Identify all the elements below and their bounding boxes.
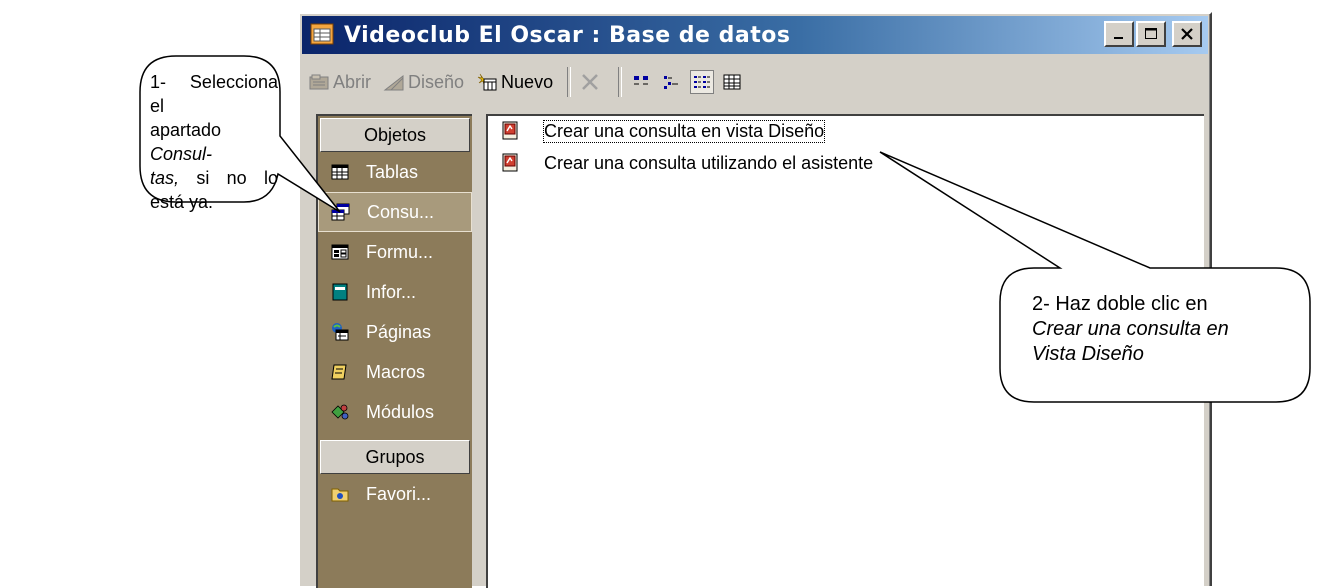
callout-1-line-1: 1- Selecciona el — [150, 72, 278, 116]
form-icon — [331, 244, 349, 260]
favorites-icon — [331, 488, 349, 502]
callout-1-line-2-a: apartado — [150, 120, 222, 140]
callout-1-line-3-a: tas, — [150, 168, 180, 188]
list-item-label: Crear una consulta en vista Diseño — [542, 119, 826, 143]
details-icon — [723, 74, 741, 90]
small-icons-icon — [664, 76, 679, 89]
group-item-favoritos[interactable]: Favori... — [318, 474, 472, 514]
new-label: Nuevo — [501, 71, 554, 92]
object-item-label: Formu... — [366, 241, 434, 262]
object-item-label: Macros — [366, 361, 426, 382]
window-controls — [1104, 21, 1202, 47]
object-item-paginas[interactable]: Páginas — [318, 312, 472, 352]
maximize-button[interactable] — [1136, 21, 1166, 47]
details-view-button[interactable] — [720, 70, 744, 94]
callout-1-line-3: tas, si no lo está ya. — [150, 166, 278, 214]
page-icon — [332, 323, 349, 341]
design-label: Diseño — [408, 71, 465, 92]
object-item-modulos[interactable]: Módulos — [318, 392, 472, 432]
create-query-icon — [502, 153, 518, 172]
new-button[interactable]: Nuevo — [476, 72, 553, 93]
object-item-label: Páginas — [366, 321, 432, 342]
list-item-create-query-wizard[interactable]: Crear una consulta utilizando el asisten… — [500, 152, 873, 174]
callout-2-line-2: Crear una consulta en — [1032, 318, 1229, 340]
callout-2-line-1: 2- Haz doble clic en — [1032, 293, 1208, 315]
create-query-icon — [502, 121, 518, 140]
toolbar-separator — [618, 67, 623, 97]
minimize-icon — [1114, 37, 1123, 39]
object-item-informes[interactable]: Infor... — [318, 272, 472, 312]
object-item-label: Tablas — [366, 161, 419, 182]
object-item-consultas[interactable]: Consu... — [318, 192, 472, 232]
database-window-icon — [310, 23, 334, 45]
maximize-icon — [1145, 28, 1157, 39]
group-item-label: Favori... — [366, 483, 432, 504]
close-button[interactable] — [1172, 21, 1202, 47]
module-icon — [331, 404, 349, 420]
callout-1-text: 1- Selecciona el apartado Consul- tas, s… — [150, 70, 278, 214]
object-item-macros[interactable]: Macros — [318, 352, 472, 392]
design-button[interactable]: Diseño — [383, 72, 464, 93]
new-icon — [477, 73, 497, 91]
callout-2-text: 2- Haz doble clic en Crear una consulta … — [1032, 292, 1292, 367]
callout-2-line-3: Vista Diseño — [1032, 343, 1144, 365]
object-item-label: Infor... — [366, 281, 417, 302]
report-icon — [332, 283, 348, 301]
objects-header-button[interactable]: Objetos — [320, 118, 470, 152]
list-icon — [694, 76, 711, 88]
open-icon — [309, 74, 329, 90]
close-icon — [1181, 28, 1193, 40]
query-icon — [331, 203, 350, 221]
list-view-button[interactable] — [690, 70, 715, 94]
callout-1-line-2: apartado Consul- — [150, 118, 278, 166]
window-title: Videoclub El Oscar : Base de datos — [344, 22, 791, 48]
object-item-tablas[interactable]: Tablas — [318, 152, 472, 192]
large-icons-icon — [634, 76, 649, 85]
object-item-label: Consu... — [367, 201, 435, 222]
object-item-formularios[interactable]: Formu... — [318, 232, 472, 272]
object-item-label: Módulos — [366, 401, 435, 422]
open-label: Abrir — [333, 71, 372, 92]
x-icon — [582, 74, 598, 90]
list-item-create-query-design[interactable]: Crear una consulta en vista Diseño — [500, 119, 826, 143]
list-item-label: Crear una consulta utilizando el asisten… — [544, 152, 874, 173]
table-icon — [331, 164, 349, 180]
minimize-button[interactable] — [1104, 21, 1134, 47]
title-bar[interactable]: Videoclub El Oscar : Base de datos — [302, 16, 1208, 54]
macro-icon — [331, 364, 347, 380]
design-icon — [383, 74, 404, 91]
toolbar-separator — [567, 67, 572, 97]
large-icons-view-button[interactable] — [630, 70, 654, 94]
database-toolbar: Abrir Diseño Nuevo — [308, 62, 1202, 102]
objects-bar: Objetos Tablas Consu... Formu... Infor..… — [316, 114, 472, 588]
small-icons-view-button[interactable] — [660, 70, 684, 94]
open-button[interactable]: Abrir — [308, 72, 371, 93]
groups-header-button[interactable]: Grupos — [320, 440, 470, 474]
delete-button[interactable] — [579, 72, 604, 92]
callout-1-line-2-b: Consul- — [150, 144, 213, 164]
